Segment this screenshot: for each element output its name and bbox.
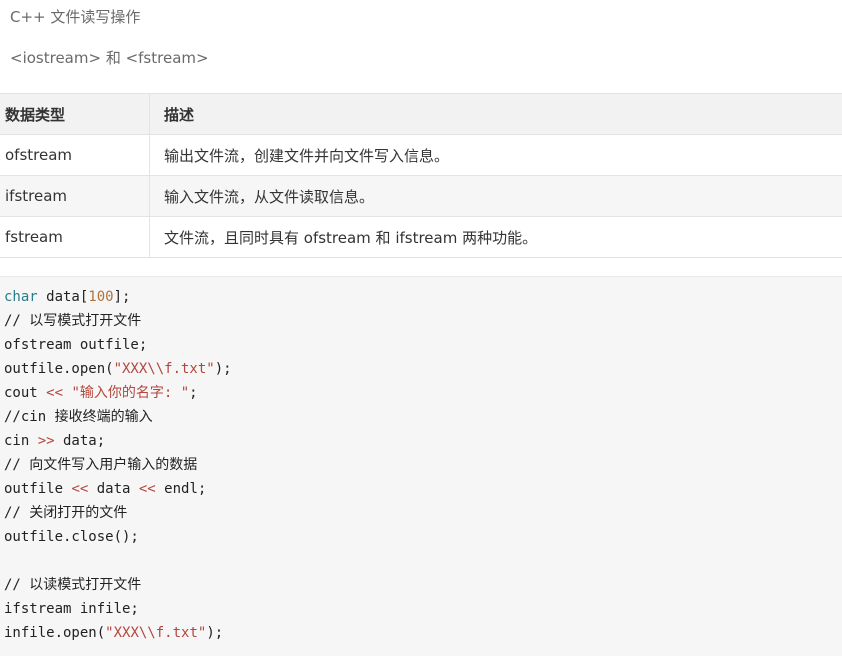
code-text: data; (55, 433, 106, 449)
header-files-text: <iostream> 和 <fstream> (10, 47, 209, 68)
type-cell: ofstream (0, 135, 150, 176)
code-text: data[ (38, 289, 89, 305)
code-comment: // 以读模式打开文件 (4, 573, 141, 597)
description-cell: 输入文件流，从文件读取信息。 (150, 176, 842, 217)
code-line: cin >> data; (4, 429, 105, 453)
code-text: cin (4, 433, 38, 449)
code-text: infile.open( (4, 625, 105, 641)
code-text: endl; (156, 481, 207, 497)
description-cell: 输出文件流，创建文件并向文件写入信息。 (150, 135, 842, 176)
code-text: cout (4, 385, 46, 401)
code-line: ofstream outfile; (4, 333, 147, 357)
code-string: "XXX\\f.txt" (114, 361, 215, 377)
code-text: outfile (4, 481, 71, 497)
code-operator: << (71, 481, 88, 497)
code-number: 100 (88, 289, 113, 305)
table-header-row: 数据类型 描述 (0, 94, 842, 135)
code-line: cout << "输入你的名字: "; (4, 381, 198, 405)
code-block: char data[100]; // 以写模式打开文件 ofstream out… (0, 276, 842, 656)
table-row: ifstream 输入文件流，从文件读取信息。 (0, 176, 842, 217)
code-string: "输入你的名字: " (71, 385, 189, 401)
code-line: outfile.close(); (4, 525, 139, 549)
code-operator: << (139, 481, 156, 497)
code-text: ); (206, 625, 223, 641)
code-line: ifstream infile; (4, 597, 139, 621)
code-text: ; (189, 385, 197, 401)
code-text: outfile.open( (4, 361, 114, 377)
type-cell: fstream (0, 217, 150, 258)
column-header-description: 描述 (150, 94, 842, 135)
code-keyword: char (4, 289, 38, 305)
code-operator: >> (38, 433, 55, 449)
code-operator: << (46, 385, 63, 401)
code-line: outfile.open("XXX\\f.txt"); (4, 357, 232, 381)
code-line: outfile << data << endl; (4, 477, 206, 501)
code-string: "XXX\\f.txt" (105, 625, 206, 641)
table-row: fstream 文件流，且同时具有 ofstream 和 ifstream 两种… (0, 217, 842, 258)
stream-types-table: 数据类型 描述 ofstream 输出文件流，创建文件并向文件写入信息。 ifs… (0, 93, 842, 258)
code-line: infile.open("XXX\\f.txt"); (4, 621, 223, 645)
description-cell: 文件流，且同时具有 ofstream 和 ifstream 两种功能。 (150, 217, 842, 258)
code-text: ); (215, 361, 232, 377)
code-text: data (88, 481, 139, 497)
page-title: C++ 文件读写操作 (10, 6, 140, 27)
code-line: char data[100]; (4, 285, 130, 309)
column-header-type: 数据类型 (0, 94, 150, 135)
code-comment: // 向文件写入用户输入的数据 (4, 453, 197, 477)
code-comment: // 以写模式打开文件 (4, 309, 141, 333)
type-cell: ifstream (0, 176, 150, 217)
code-comment: // 关闭打开的文件 (4, 501, 127, 525)
code-text: ]; (114, 289, 131, 305)
table-row: ofstream 输出文件流，创建文件并向文件写入信息。 (0, 135, 842, 176)
code-comment: //cin 接收终端的输入 (4, 405, 153, 429)
